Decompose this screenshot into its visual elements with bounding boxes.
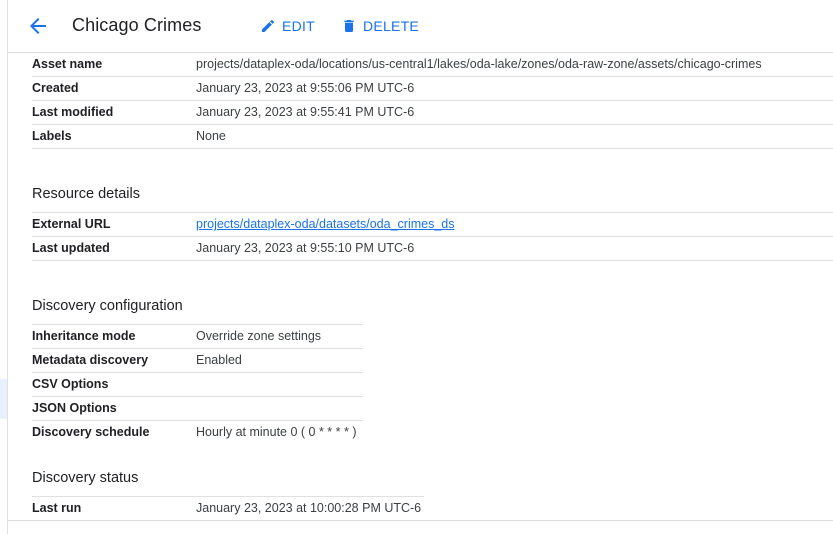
discovery-schedule-row: Discovery schedule Hourly at minute 0 ( … [32, 420, 363, 444]
edit-button[interactable]: EDIT [260, 15, 315, 37]
last-run-row: Last run January 23, 2023 at 10:00:28 PM… [32, 496, 424, 520]
row-key: Last run [32, 501, 82, 515]
row-value: January 23, 2023 at 9:55:06 PM UTC-6 [196, 81, 415, 95]
last-modified-row: Last modified January 23, 2023 at 9:55:4… [32, 100, 833, 125]
inheritance-mode-row: Inheritance mode Override zone settings [32, 324, 363, 349]
page-header: Chicago Crimes EDIT DELETE [8, 0, 833, 53]
left-rail-highlight [0, 379, 7, 419]
delete-label: DELETE [363, 18, 419, 34]
row-value: Enabled [196, 353, 242, 367]
left-rail [0, 0, 8, 534]
delete-button[interactable]: DELETE [341, 15, 419, 37]
row-key: Created [32, 81, 79, 95]
row-key: Last modified [32, 105, 114, 119]
row-key: Labels [32, 129, 72, 143]
row-key: Discovery schedule [32, 425, 150, 439]
row-key: Inheritance mode [32, 329, 136, 343]
trash-icon [344, 20, 354, 32]
json-options-row: JSON Options [32, 396, 363, 421]
row-key: Asset name [32, 57, 103, 71]
page-title: Chicago Crimes [72, 15, 202, 35]
csv-options-row: CSV Options [32, 372, 363, 397]
row-value: projects/dataplex-oda/locations/us-centr… [196, 57, 762, 71]
row-key: CSV Options [32, 377, 109, 391]
row-key: External URL [32, 217, 111, 231]
metadata-discovery-row: Metadata discovery Enabled [32, 348, 363, 373]
external-url-link[interactable]: projects/dataplex-oda/datasets/oda_crime… [196, 217, 454, 231]
edit-label: EDIT [282, 18, 315, 34]
row-value: January 23, 2023 at 9:55:10 PM UTC-6 [196, 241, 415, 255]
discovery-status-heading: Discovery status [32, 470, 139, 486]
row-key: Last updated [32, 241, 110, 255]
back-arrow-icon[interactable] [26, 14, 50, 38]
row-value: Override zone settings [196, 329, 322, 343]
last-updated-row: Last updated January 23, 2023 at 9:55:10… [32, 236, 833, 261]
row-value: None [196, 129, 226, 143]
resource-details-heading: Resource details [32, 186, 140, 202]
divider [8, 520, 833, 521]
row-value: January 23, 2023 at 9:55:41 PM UTC-6 [196, 105, 415, 119]
labels-row: Labels None [32, 124, 833, 149]
pencil-icon [262, 19, 275, 32]
row-key: Metadata discovery [32, 353, 149, 367]
created-row: Created January 23, 2023 at 9:55:06 PM U… [32, 76, 833, 101]
discovery-configuration-heading: Discovery configuration [32, 298, 183, 314]
external-url-row: External URL projects/dataplex-oda/datas… [32, 212, 833, 237]
asset-name-row: Asset name projects/dataplex-oda/locatio… [32, 52, 833, 77]
row-value: Hourly at minute 0 ( 0 * * * * ) [196, 425, 357, 439]
row-value: January 23, 2023 at 10:00:28 PM UTC-6 [196, 501, 422, 515]
row-key: JSON Options [32, 401, 117, 415]
